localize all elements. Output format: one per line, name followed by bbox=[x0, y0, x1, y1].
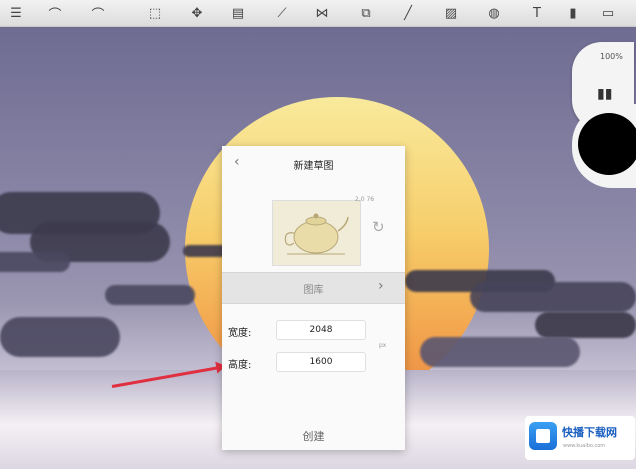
create-button[interactable]: 创建 bbox=[222, 428, 405, 444]
cloud bbox=[105, 285, 195, 305]
gallery-row[interactable]: 图库 › bbox=[222, 272, 405, 304]
selection-icon[interactable]: ⬚ bbox=[145, 3, 165, 23]
dimension-hint: 2,0 76 bbox=[355, 196, 375, 203]
cloud bbox=[0, 317, 120, 357]
text-icon[interactable]: T bbox=[527, 3, 547, 23]
dialog-header: ‹ 新建草图 bbox=[222, 146, 405, 180]
cloud bbox=[470, 282, 636, 312]
layers-icon[interactable]: ▤ bbox=[228, 3, 248, 23]
fill-icon[interactable]: ◍ bbox=[484, 3, 504, 23]
image-icon[interactable]: ▨ bbox=[441, 3, 461, 23]
cloud bbox=[0, 252, 70, 272]
window-icon[interactable]: ▭ bbox=[598, 3, 618, 23]
menu-icon[interactable]: ☰ bbox=[6, 3, 26, 23]
height-label: 高度: bbox=[228, 360, 252, 371]
cloud bbox=[420, 337, 580, 367]
symmetry-icon[interactable]: ⋈ bbox=[312, 3, 332, 23]
watermark-logo-icon bbox=[529, 422, 557, 450]
rotate-icon[interactable]: ↻ bbox=[372, 218, 385, 236]
teapot-thumbnail-icon bbox=[284, 213, 349, 255]
cloud bbox=[535, 312, 636, 338]
move-icon[interactable]: ✥ bbox=[187, 3, 207, 23]
width-input[interactable]: 2048 bbox=[276, 320, 366, 340]
brush-library-icon[interactable]: ▮▮ bbox=[597, 86, 612, 102]
dialog-title: 新建草图 bbox=[293, 161, 334, 172]
color-puck[interactable] bbox=[578, 113, 636, 175]
undo-icon[interactable]: ⌒ bbox=[45, 3, 65, 23]
zoom-label: 100% bbox=[600, 52, 623, 61]
redo-icon[interactable]: ⌒ bbox=[88, 3, 108, 23]
watermark-url: www.kuaibo.com bbox=[563, 443, 606, 449]
width-label: 宽度: bbox=[228, 328, 252, 339]
watermark-name: 快播下载网 bbox=[562, 426, 617, 439]
chevron-right-icon: › bbox=[378, 278, 384, 294]
pen-icon[interactable]: ╱ bbox=[398, 3, 418, 23]
canvas-preview bbox=[272, 200, 361, 266]
ruler-icon[interactable]: ⟋ bbox=[272, 3, 292, 23]
copy-icon[interactable]: ⧉ bbox=[356, 3, 376, 23]
unit-label: px bbox=[379, 342, 387, 349]
height-input[interactable]: 1600 bbox=[276, 352, 366, 372]
new-sketch-dialog: ‹ 新建草图 2,0 76 ↻ 图库 › 宽度: 2048 高度: 1600 p… bbox=[222, 146, 405, 450]
toolbar: ☰ ⌒ ⌒ ⬚ ✥ ▤ ⟋ ⋈ ⧉ ╱ ▨ ◍ T ▮ ▭ bbox=[0, 0, 636, 27]
watermark: 快播下载网 www.kuaibo.com bbox=[525, 416, 635, 460]
book-icon[interactable]: ▮ bbox=[563, 3, 583, 23]
